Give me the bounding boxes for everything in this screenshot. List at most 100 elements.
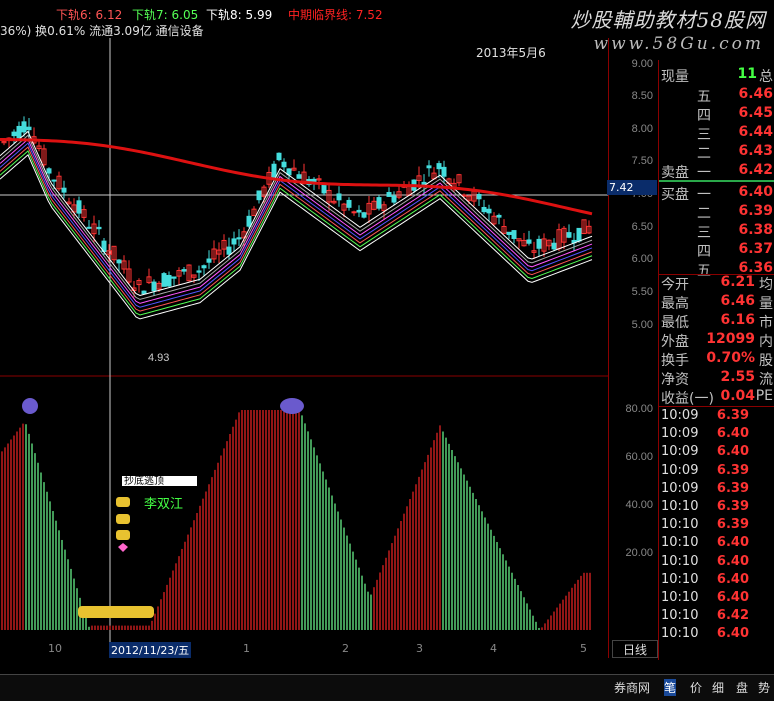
volume-row: 现量 11 总 bbox=[661, 66, 773, 85]
candle bbox=[56, 171, 62, 192]
ask-row: 二 6.43 bbox=[697, 143, 773, 162]
bottom-tab[interactable]: 势 bbox=[758, 679, 770, 696]
candle bbox=[586, 220, 592, 235]
candle bbox=[181, 266, 187, 275]
candle bbox=[256, 190, 262, 204]
tick-row: 10:10 6.40 bbox=[661, 590, 749, 605]
bottom-signal-bar bbox=[78, 606, 154, 618]
candle bbox=[281, 158, 287, 172]
candle bbox=[61, 180, 67, 199]
crosshair-price-badge: 7.42 bbox=[607, 180, 657, 195]
candle bbox=[476, 191, 482, 206]
candle bbox=[526, 230, 532, 246]
bid-row: 四 6.37 bbox=[697, 241, 773, 260]
ytick: 7.50 bbox=[631, 155, 653, 167]
topbar-item-1: 下轨6: 6.12 bbox=[56, 8, 123, 22]
candle bbox=[531, 241, 537, 260]
stat-row: 外盘 12099 内 bbox=[661, 331, 773, 350]
candle bbox=[116, 259, 122, 273]
candle bbox=[351, 210, 357, 216]
candle bbox=[151, 279, 157, 296]
candle bbox=[186, 264, 192, 282]
period-selector[interactable]: 日线 bbox=[612, 640, 658, 658]
face-icon-left bbox=[22, 398, 38, 414]
ask-row: 四 6.45 bbox=[697, 105, 773, 124]
candle bbox=[336, 186, 342, 207]
candle bbox=[391, 191, 397, 206]
ytick: 5.50 bbox=[631, 286, 653, 298]
xlabel: 2 bbox=[342, 642, 349, 655]
candle bbox=[496, 213, 502, 225]
bid-row: 买盘一 6.40 bbox=[661, 184, 773, 203]
candle bbox=[136, 278, 142, 293]
tick-row: 10:09 6.40 bbox=[661, 444, 749, 460]
bottom-bar: 券商网笔价细盘势 bbox=[0, 674, 774, 701]
ytick: 40.00 bbox=[625, 499, 653, 511]
candle bbox=[406, 181, 412, 196]
tick-row: 10:09 6.39 bbox=[661, 462, 749, 478]
candle bbox=[511, 230, 517, 244]
bottom-tab[interactable]: 细 bbox=[712, 679, 724, 696]
candle bbox=[396, 186, 402, 200]
candle bbox=[516, 238, 522, 249]
candle bbox=[431, 167, 437, 180]
candle bbox=[246, 209, 252, 228]
candle bbox=[561, 226, 567, 250]
candle bbox=[376, 195, 382, 211]
tick-row: 10:10 6.39 bbox=[661, 517, 749, 533]
ytick: 20.00 bbox=[625, 547, 653, 559]
tick-row: 10:10 6.40 bbox=[661, 571, 749, 587]
tick-row: 10:10 6.40 bbox=[661, 553, 749, 569]
candle bbox=[276, 152, 282, 162]
kline-chart[interactable]: 4.93 抄底逃顶 李双江 bbox=[0, 38, 608, 658]
candle bbox=[321, 184, 327, 195]
bid-row: 三 6.38 bbox=[697, 222, 773, 241]
topbar-item-2: 下轨7: 6.05 bbox=[132, 8, 199, 22]
stat-row: 换手 0.70% 股 bbox=[661, 350, 773, 369]
heart-icon bbox=[118, 543, 128, 552]
tick-row: 10:09 6.40 bbox=[661, 426, 749, 442]
stat-row: 最低 6.16 市 bbox=[661, 312, 773, 331]
candle bbox=[456, 173, 462, 187]
bottom-tab[interactable]: 价 bbox=[690, 679, 702, 696]
indicator-banner: 李双江 bbox=[144, 497, 183, 512]
candle bbox=[296, 170, 302, 179]
candle bbox=[356, 205, 362, 218]
bottom-tab[interactable]: 笔 bbox=[664, 679, 677, 696]
tick-row: 10:09 6.39 bbox=[661, 480, 749, 496]
candle bbox=[191, 274, 197, 284]
bottom-tab[interactable]: 券商网 bbox=[614, 679, 650, 696]
stock-info-bar: 36%) 换0.61% 流通3.09亿 通信设备 bbox=[0, 24, 204, 38]
tick-row: 10:10 6.40 bbox=[661, 535, 749, 551]
low-marker: 4.93 bbox=[148, 352, 169, 364]
ytick: 60.00 bbox=[625, 451, 653, 463]
ytick: 8.00 bbox=[631, 123, 653, 135]
candle bbox=[81, 205, 87, 222]
candle bbox=[361, 211, 367, 219]
stat-row: 最高 6.46 量 bbox=[661, 293, 773, 312]
topbar-item-3: 下轨8: 5.99 bbox=[206, 8, 273, 22]
price-axis: 9.00 8.50 8.00 7.50 7.00 6.50 6.00 5.50 … bbox=[608, 38, 659, 658]
xlabel: 5 bbox=[580, 642, 587, 655]
candle bbox=[171, 276, 177, 286]
candle bbox=[86, 220, 92, 230]
ytick: 5.00 bbox=[631, 319, 653, 331]
candle bbox=[566, 224, 572, 239]
candle bbox=[551, 238, 557, 252]
candle bbox=[146, 268, 152, 285]
tick-row: 10:10 6.39 bbox=[661, 499, 749, 514]
ytick: 8.50 bbox=[631, 90, 653, 102]
candle bbox=[221, 234, 227, 258]
ma-line-red bbox=[0, 138, 593, 216]
candle bbox=[536, 235, 542, 256]
band-line bbox=[0, 134, 593, 300]
band-line bbox=[0, 130, 593, 297]
tick-row: 10:10 6.40 bbox=[661, 626, 749, 642]
candle bbox=[366, 196, 372, 224]
candle bbox=[556, 223, 562, 252]
candle bbox=[331, 198, 337, 205]
candle bbox=[216, 242, 222, 264]
candle bbox=[16, 121, 22, 141]
bottom-tab[interactable]: 盘 bbox=[736, 679, 748, 696]
candle bbox=[251, 206, 257, 217]
